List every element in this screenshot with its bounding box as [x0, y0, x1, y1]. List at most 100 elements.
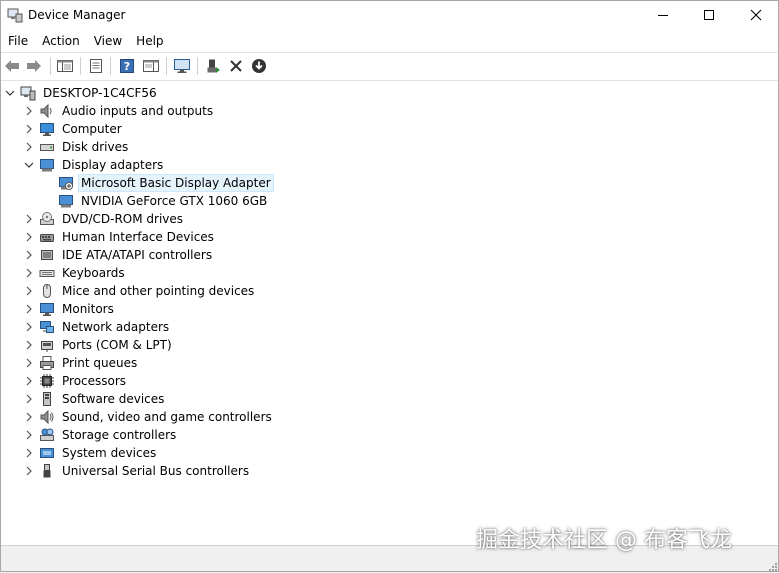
help-icon: ? — [120, 59, 134, 73]
menu-view[interactable]: View — [87, 30, 129, 52]
chevron-down-icon[interactable] — [23, 156, 35, 174]
title-bar[interactable]: Device Manager — [0, 0, 779, 30]
device-tree[interactable]: DESKTOP-1C4CF56 Audio inputs and outputs C… — [0, 81, 779, 545]
chevron-right-icon[interactable] — [23, 336, 35, 354]
tree-category-mice-and-other-pointing-devices[interactable]: Mice and other pointing devices — [23, 282, 257, 300]
software-device-icon — [39, 391, 55, 407]
chevron-right-icon[interactable] — [23, 228, 35, 246]
hid-icon — [39, 229, 55, 245]
tree-item-label: Keyboards — [62, 266, 125, 280]
tree-category-sound-video-and-game-controllers[interactable]: Sound, video and game controllers — [23, 408, 275, 426]
tree-category-monitors[interactable]: Monitors — [23, 300, 117, 318]
storage-controller-icon — [39, 427, 55, 443]
minimize-button[interactable] — [640, 0, 686, 30]
menu-file[interactable]: File — [0, 30, 35, 52]
tree-item-label: Network adapters — [62, 320, 170, 334]
tree-category-print-queues[interactable]: Print queues — [23, 354, 140, 372]
chevron-right-icon[interactable] — [23, 444, 35, 462]
console-tree-icon — [57, 60, 73, 72]
chevron-right-icon[interactable] — [23, 462, 35, 480]
tree-category-processors[interactable]: Processors — [23, 372, 129, 390]
download-button[interactable] — [249, 57, 269, 75]
tree-category-keyboards[interactable]: Keyboards — [23, 264, 128, 282]
dvd-drive-icon — [39, 211, 55, 227]
action-pane-icon — [143, 60, 159, 72]
keyboard-icon — [39, 265, 55, 281]
tree-category-storage-controllers[interactable]: Storage controllers — [23, 426, 179, 444]
svg-text:?: ? — [124, 60, 130, 73]
uninstall-device-button[interactable] — [226, 57, 246, 75]
chevron-right-icon[interactable] — [23, 354, 35, 372]
help-button[interactable]: ? — [117, 57, 137, 75]
chevron-right-icon[interactable] — [23, 246, 35, 264]
chevron-right-icon[interactable] — [23, 300, 35, 318]
tree-category-computer[interactable]: Computer — [23, 120, 125, 138]
back-button[interactable] — [2, 57, 22, 75]
tree-category-universal-serial-bus-controllers[interactable]: Universal Serial Bus controllers — [23, 462, 252, 480]
action-pane-button[interactable] — [141, 57, 161, 75]
disk-drive-icon — [39, 139, 55, 155]
chevron-right-icon[interactable] — [23, 138, 35, 156]
chevron-right-icon[interactable] — [23, 210, 35, 228]
tree-category-network-adapters[interactable]: Network adapters — [23, 318, 172, 336]
tree-item-label: Software devices — [62, 392, 165, 406]
computer-icon — [39, 121, 55, 137]
arrow-left-icon — [5, 60, 19, 72]
monitor-icon — [39, 301, 55, 317]
update-driver-button[interactable] — [203, 57, 223, 75]
scan-hardware-button[interactable] — [172, 57, 192, 75]
speaker-icon — [39, 103, 55, 119]
chevron-right-icon[interactable] — [23, 264, 35, 282]
chevron-right-icon[interactable] — [23, 426, 35, 444]
watermark-text: 掘金技术社区 @ 布客飞龙 — [476, 528, 732, 553]
toolbar-separator — [110, 57, 111, 75]
tree-category-audio-inputs-and-outputs[interactable]: Audio inputs and outputs — [23, 102, 216, 120]
tree-category-human-interface-devices[interactable]: Human Interface Devices — [23, 228, 217, 246]
chevron-right-icon[interactable] — [23, 318, 35, 336]
monitor-scan-icon — [174, 59, 190, 73]
show-hide-console-tree-button[interactable] — [55, 57, 75, 75]
tree-category-dvd-cd-rom-drives[interactable]: DVD/CD-ROM drives — [23, 210, 186, 228]
tree-category-system-devices[interactable]: System devices — [23, 444, 159, 462]
chevron-right-icon[interactable] — [23, 390, 35, 408]
menu-bar: File Action View Help — [0, 30, 779, 52]
tree-item-label: Mice and other pointing devices — [62, 284, 255, 298]
chevron-right-icon[interactable] — [23, 282, 35, 300]
maximize-button[interactable] — [686, 0, 732, 30]
system-device-icon — [39, 445, 55, 461]
tree-category-software-devices[interactable]: Software devices — [23, 390, 167, 408]
menu-help[interactable]: Help — [129, 30, 170, 52]
tree-item-label: IDE ATA/ATAPI controllers — [62, 248, 213, 262]
chevron-right-icon[interactable] — [23, 372, 35, 390]
mouse-icon — [39, 283, 55, 299]
menu-action[interactable]: Action — [35, 30, 87, 52]
tree-category-ports-com-lpt[interactable]: Ports (COM & LPT) — [23, 336, 175, 354]
chevron-right-icon[interactable] — [23, 102, 35, 120]
tree-category-display-adapters[interactable]: Display adapters — [23, 156, 166, 174]
ide-controller-icon — [39, 247, 55, 263]
tree-category-ide-ata-atapi-controllers[interactable]: IDE ATA/ATAPI controllers — [23, 246, 215, 264]
tree-item-label: Monitors — [62, 302, 114, 316]
tree-item-label: Audio inputs and outputs — [62, 104, 214, 118]
chevron-right-icon[interactable] — [23, 408, 35, 426]
tree-item-label: Print queues — [62, 356, 138, 370]
tree-device-nvidia-geforce-gtx-1060-6gb[interactable]: NVIDIA GeForce GTX 1060 6GB — [42, 192, 270, 210]
tree-item-label: Microsoft Basic Display Adapter — [78, 174, 274, 192]
arrow-right-icon — [27, 60, 41, 72]
close-icon — [750, 9, 762, 21]
toolbar-separator — [197, 57, 198, 75]
tree-device-microsoft-basic-display-adapter[interactable]: Microsoft Basic Display Adapter — [42, 174, 274, 192]
tree-category-disk-drives[interactable]: Disk drives — [23, 138, 131, 156]
tree-item-label: Human Interface Devices — [62, 230, 214, 244]
resize-grip-icon[interactable] — [768, 562, 778, 572]
forward-button[interactable] — [24, 57, 44, 75]
chevron-down-icon[interactable] — [4, 84, 16, 102]
chevron-right-icon[interactable] — [23, 120, 35, 138]
tree-item-label: Sound, video and game controllers — [62, 410, 272, 424]
printer-icon — [39, 355, 55, 371]
close-button[interactable] — [733, 0, 779, 30]
tree-root-computer[interactable]: DESKTOP-1C4CF56 — [4, 84, 160, 102]
properties-button[interactable] — [86, 57, 106, 75]
